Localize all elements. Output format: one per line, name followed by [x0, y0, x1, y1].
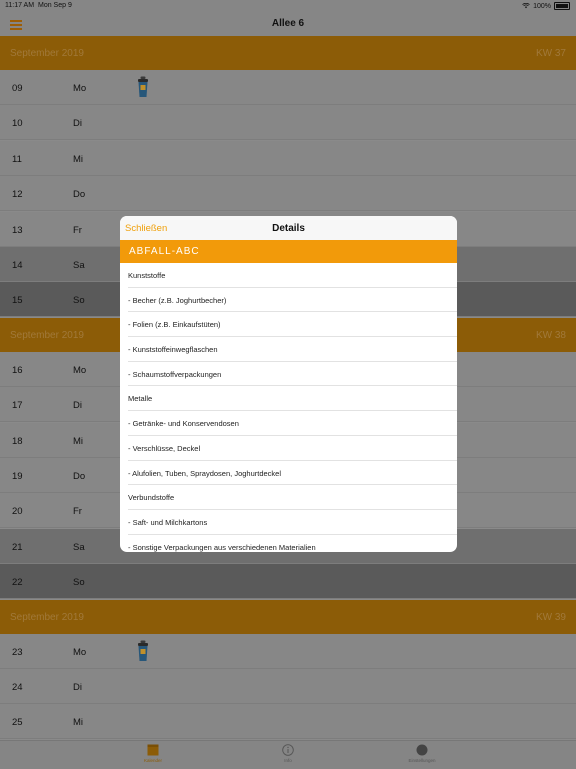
trash-bin-icon[interactable] — [137, 76, 149, 98]
week-number: KW 37 — [535, 48, 566, 59]
status-time: 11:17 AM — [5, 2, 35, 9]
trash-bin-icon[interactable] — [137, 640, 149, 662]
tab-label: Einstellungen — [408, 758, 436, 763]
details-list-item: - Saft- und Milchkartons — [128, 510, 457, 535]
day-number: 22 — [12, 577, 23, 589]
day-of-week: Di — [73, 118, 82, 130]
week-number: KW 39 — [535, 611, 566, 623]
modal-header: Schließen Details — [120, 216, 457, 240]
status-date: Mon Sep 9 — [38, 2, 72, 9]
tab-info[interactable]: Info — [253, 743, 323, 763]
day-of-week: Di — [73, 400, 82, 412]
day-number: 19 — [12, 471, 23, 482]
tab-label: Info — [284, 758, 292, 763]
details-list-item: - Folien (z.B. Einkaufstüten) — [128, 312, 457, 338]
battery-icon — [554, 2, 570, 10]
details-list-item: - Schaumstoffverpackungen — [128, 362, 457, 387]
day-row[interactable]: 24 Di — [0, 669, 576, 704]
week-month: September 2019 — [10, 329, 84, 341]
week-header: September 2019 KW 39 — [0, 599, 576, 634]
day-of-week: Sa — [73, 541, 85, 553]
day-number: 24 — [12, 682, 23, 693]
details-list-item: Kunststoffe — [128, 263, 457, 288]
day-row[interactable]: 10 Di — [0, 105, 576, 141]
day-number: 25 — [12, 717, 23, 729]
details-list-item: Verbundstoffe — [128, 485, 457, 510]
day-number: 15 — [12, 295, 23, 307]
navigation-bar: Allee 6 — [0, 12, 576, 37]
day-of-week: So — [73, 577, 85, 589]
day-of-week: Do — [73, 189, 86, 201]
status-bar: 11:17 AM Mon Sep 9 100% — [0, 0, 576, 12]
details-list-item: - Alufolien, Tuben, Spraydosen, Joghurtd… — [128, 461, 457, 486]
info-icon — [282, 743, 294, 756]
day-row[interactable]: 09 Mo — [0, 70, 576, 105]
day-of-week: Mo — [73, 83, 87, 94]
day-number: 18 — [12, 435, 23, 447]
day-of-week: Do — [73, 471, 86, 482]
section-title: ABFALL-ABC — [129, 246, 200, 257]
details-list-item: - Kunststoffeinwegflaschen — [128, 337, 457, 362]
details-list-item: - Becher (z.B. Joghurtbecher) — [128, 288, 457, 313]
day-row[interactable]: 11 Mi — [0, 140, 576, 176]
day-number: 09 — [12, 83, 23, 94]
battery-percent: 100% — [533, 2, 551, 10]
page-title: Allee 6 — [271, 18, 305, 29]
status-right: 100% — [522, 2, 570, 10]
week-month: September 2019 — [10, 48, 84, 59]
details-list[interactable]: Kunststoffe - Becher (z.B. Joghurtbecher)… — [120, 263, 457, 552]
settings-icon — [416, 743, 428, 756]
day-number: 12 — [12, 189, 23, 201]
day-number: 21 — [12, 541, 23, 553]
day-number: 20 — [12, 506, 23, 518]
day-of-week: Mo — [73, 364, 87, 376]
details-list-item: - Sonstige Verpackungen aus verschiedene… — [128, 535, 457, 552]
day-of-week: Mi — [73, 153, 84, 165]
tab-bar: Kalender Info Einstellungen — [0, 740, 576, 769]
day-row[interactable]: 12 Do — [0, 176, 576, 212]
tab-kalender[interactable]: Kalender — [118, 743, 188, 763]
calendar-icon — [147, 743, 159, 756]
tab-label: Kalender — [143, 758, 162, 763]
day-number: 13 — [12, 224, 23, 236]
wifi-icon — [522, 3, 530, 9]
day-of-week: Mi — [73, 435, 84, 447]
week-month: September 2019 — [10, 611, 84, 623]
tab-einstellungen[interactable]: Einstellungen — [387, 743, 457, 763]
day-row[interactable]: 23 Mo — [0, 633, 576, 669]
day-of-week: Sa — [73, 260, 85, 271]
details-list-item: - Getränke- und Konservendosen — [128, 411, 457, 436]
day-row[interactable]: 22 So — [0, 564, 576, 600]
day-number: 10 — [12, 118, 23, 130]
day-of-week: Mo — [73, 646, 87, 658]
day-number: 14 — [12, 260, 23, 271]
day-number: 17 — [12, 400, 23, 412]
day-number: 23 — [12, 646, 23, 658]
day-of-week: Fr — [73, 506, 82, 518]
day-of-week: So — [73, 295, 85, 307]
week-header: September 2019 KW 37 — [0, 36, 576, 70]
details-list-item: - Verschlüsse, Deckel — [128, 436, 457, 461]
day-of-week: Di — [73, 682, 82, 693]
modal-section-header: ABFALL-ABC — [120, 240, 457, 263]
day-of-week: Mi — [73, 717, 84, 729]
details-list-item: Metalle — [128, 386, 457, 412]
day-of-week: Fr — [73, 224, 82, 236]
modal-title: Details — [272, 223, 305, 234]
day-number: 11 — [12, 153, 22, 165]
day-number: 16 — [12, 364, 23, 376]
day-row[interactable]: 25 Mi — [0, 704, 576, 740]
week-number: KW 38 — [535, 329, 566, 341]
details-modal: Schließen Details ABFALL-ABC Kunststoffe… — [120, 216, 457, 552]
